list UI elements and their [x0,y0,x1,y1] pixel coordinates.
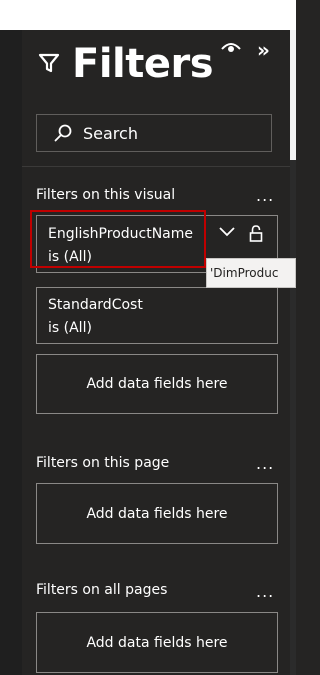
more-options-icon[interactable]: ... [256,456,274,472]
highlight-annotation [30,210,206,268]
section-title-page: Filters on this page [36,455,170,471]
filter-card-standardcost[interactable]: StandardCost is (All) [36,287,278,344]
add-data-fields-visual[interactable]: Add data fields here [36,354,278,414]
top-band [22,0,296,30]
filter-card-field: StandardCost [48,297,143,313]
add-data-fields-label: Add data fields here [86,506,228,522]
search-icon [54,124,72,142]
section-divider [22,166,290,167]
report-canvas-top [0,0,22,30]
more-options-icon[interactable]: ... [256,584,274,600]
filter-icon [38,53,60,73]
section-title-visual: Filters on this visual [36,187,176,203]
add-data-fields-label: Add data fields here [86,376,228,392]
pane-title: Filters [72,41,214,87]
field-tooltip: 'DimProduc [206,258,296,288]
pane-right-edge-light [290,30,296,160]
search-placeholder: Search [83,124,138,143]
add-data-fields-all-pages[interactable]: Add data fields here [36,612,278,673]
section-title-all-pages: Filters on all pages [36,582,168,598]
search-input[interactable]: Search [36,114,272,152]
add-data-fields-label: Add data fields here [86,635,228,651]
chevron-down-icon[interactable] [219,227,235,237]
lock-icon[interactable] [249,225,263,242]
report-canvas-edge [0,0,22,675]
more-options-icon[interactable]: ... [256,188,274,204]
filter-card-condition: is (All) [48,320,92,336]
add-data-fields-page[interactable]: Add data fields here [36,483,278,544]
double-chevron-right-icon[interactable]: » [257,40,279,60]
eye-icon[interactable] [221,40,241,56]
